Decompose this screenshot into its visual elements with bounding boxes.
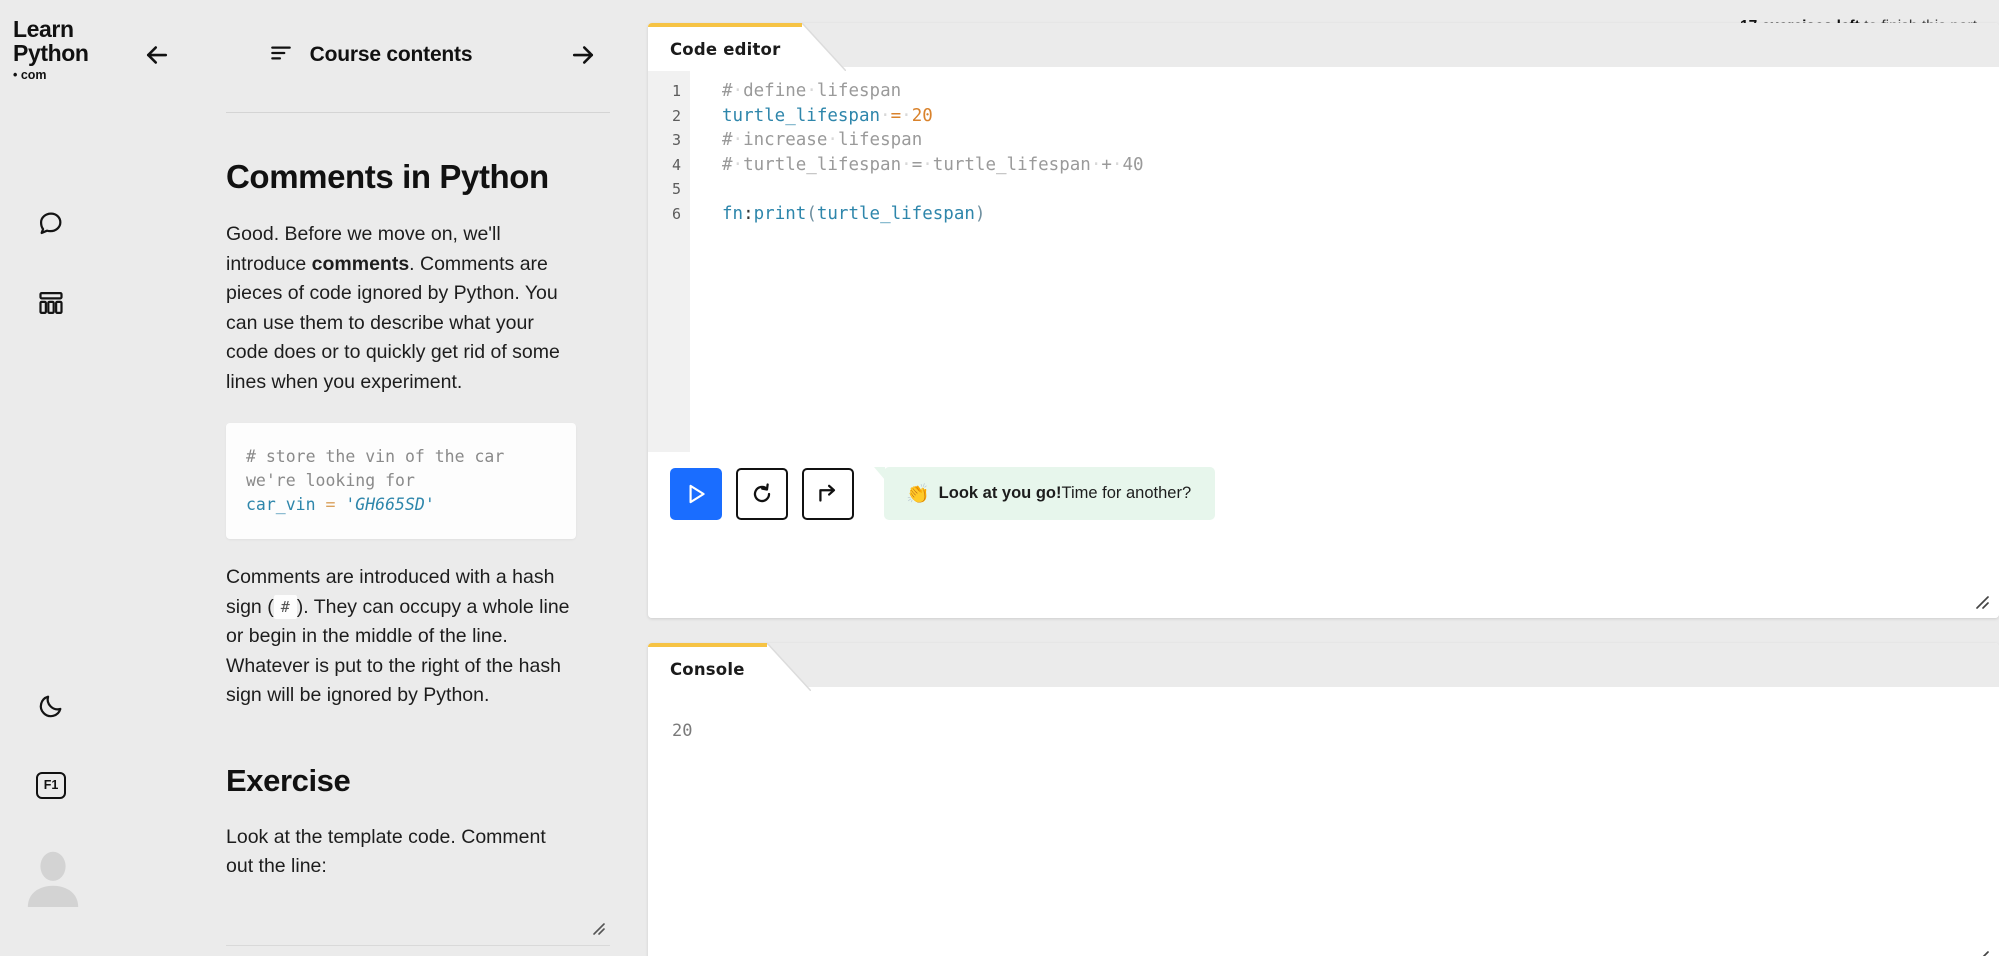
inline-hash-code: #: [274, 595, 297, 619]
editor-toolbar: 👏 Look at you go! Time for another?: [670, 467, 1215, 520]
feedback-message: 👏 Look at you go! Time for another?: [884, 467, 1215, 520]
line-number: 2: [648, 104, 681, 129]
brand-line-1: Learn: [13, 16, 74, 42]
code-editor-area[interactable]: 123456 #·define·lifespanturtle_lifespan·…: [648, 67, 1999, 452]
tab-code-editor[interactable]: Code editor: [648, 23, 802, 71]
clapping-hands-icon: 👏: [906, 482, 930, 506]
app-root: Learn Python • com F1: [0, 0, 1999, 956]
lesson-code-snippet: # store the vin of the car we're looking…: [226, 423, 576, 539]
lesson-resize-handle[interactable]: [588, 918, 606, 936]
feedback-bold: Look at you go!: [939, 484, 1062, 503]
editor-tab-strip: [648, 23, 1999, 67]
exercise-heading: Exercise: [226, 763, 576, 799]
lesson-header: Course contents: [108, 0, 636, 110]
f1-key-label: F1: [36, 772, 66, 799]
tab-console-label: Console: [670, 660, 745, 679]
p1-bold: comments: [312, 253, 410, 275]
brand-logo[interactable]: Learn Python • com: [13, 18, 89, 82]
code-editor-panel: Code editor 123456 #·define·lifespanturt…: [648, 23, 1999, 618]
play-triangle-icon: [683, 481, 709, 507]
f1-help-key-icon[interactable]: F1: [28, 762, 74, 808]
run-button[interactable]: [670, 468, 722, 520]
brand-line-2: Python: [13, 40, 89, 66]
line-number: 4: [648, 153, 681, 178]
skip-button[interactable]: [802, 468, 854, 520]
code-line: fn:print(turtle_lifespan): [722, 202, 1999, 227]
skip-arrow-right-icon: [815, 481, 841, 507]
feedback-rest: Time for another?: [1062, 484, 1192, 503]
lesson-bottom-divider: [226, 945, 610, 946]
line-number: 1: [648, 79, 681, 104]
chat-bubble-icon[interactable]: [28, 200, 74, 246]
header-divider: [226, 112, 610, 113]
left-rail: Learn Python • com F1: [0, 0, 108, 956]
tab-console[interactable]: Console: [648, 643, 767, 691]
reset-button[interactable]: [736, 468, 788, 520]
line-number-gutter: 123456: [648, 67, 690, 452]
workspace: 17 exercises left to finish this part Co…: [636, 0, 1999, 956]
tab-slope-shape: [802, 23, 846, 71]
moon-icon[interactable]: [28, 683, 74, 729]
console-output: 20: [648, 687, 1999, 741]
lesson-paragraph-1: Good. Before we move on, we'll introduce…: [226, 220, 576, 397]
line-number: 5: [648, 177, 681, 202]
tab-code-editor-label: Code editor: [670, 40, 780, 59]
brand-line-3: • com: [13, 69, 89, 82]
layout-columns-icon[interactable]: [28, 280, 74, 326]
code-line: #·turtle_lifespan·=·turtle_lifespan·+·40: [722, 153, 1999, 178]
line-number: 3: [648, 128, 681, 153]
code-line: #·increase·lifespan: [722, 128, 1999, 153]
lesson-paragraph-2: Comments are introduced with a hash sign…: [226, 563, 576, 711]
lesson-content: Comments in Python Good. Before we move …: [108, 110, 636, 882]
snippet-var: car_vin: [246, 495, 316, 514]
snippet-op: =: [325, 495, 335, 514]
list-lines-icon: [268, 40, 294, 71]
code-line: [722, 177, 1999, 202]
code-text[interactable]: #·define·lifespanturtle_lifespan·=·20#·i…: [690, 67, 1999, 452]
console-panel: Console 20: [648, 643, 1999, 956]
code-line: turtle_lifespan·=·20: [722, 104, 1999, 129]
line-number: 6: [648, 202, 681, 227]
lesson-panel: Course contents Comments in Python Good.…: [108, 0, 636, 956]
editor-resize-handle[interactable]: [1972, 592, 1990, 610]
snippet-string: 'GH665SD': [345, 495, 434, 514]
course-contents-label: Course contents: [310, 43, 473, 67]
reset-circular-arrow-icon: [749, 481, 775, 507]
code-line: #·define·lifespan: [722, 79, 1999, 104]
console-body: 20: [648, 687, 1999, 956]
console-tab-strip: [648, 643, 1999, 687]
arrow-left-icon[interactable]: [132, 30, 182, 80]
exercise-text: Look at the template code. Comment out t…: [226, 823, 576, 882]
avatar[interactable]: [22, 845, 84, 907]
page-title: Comments in Python: [226, 158, 576, 196]
snippet-comment: # store the vin of the car we're looking…: [246, 447, 514, 490]
console-tab-slope-shape: [767, 643, 811, 691]
arrow-right-icon[interactable]: [558, 30, 608, 80]
code-editor-body: 123456 #·define·lifespanturtle_lifespan·…: [648, 67, 1999, 618]
console-resize-handle[interactable]: [1972, 947, 1990, 956]
course-contents-button[interactable]: Course contents: [192, 40, 548, 71]
